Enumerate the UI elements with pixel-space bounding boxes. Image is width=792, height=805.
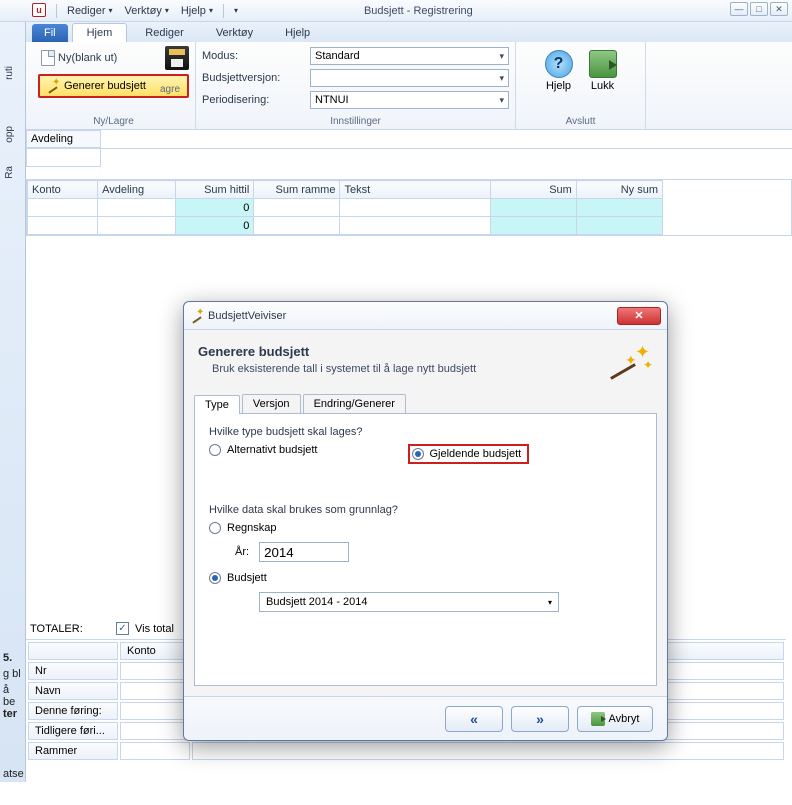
row-nr: Nr bbox=[28, 662, 118, 680]
wizard-tabstrip: Type Versjon Endring/Generer bbox=[194, 394, 657, 414]
menu-verktoy[interactable]: Verktøy▾ bbox=[119, 3, 175, 19]
tab-rediger[interactable]: Rediger bbox=[131, 24, 198, 42]
gutter-tab-2[interactable]: opp bbox=[2, 122, 17, 147]
file-tab[interactable]: Fil bbox=[32, 24, 68, 42]
question-2: Hvilke data skal brukes som grunnlag? bbox=[209, 504, 642, 516]
help-icon: ? bbox=[545, 50, 573, 78]
back-button[interactable]: « bbox=[445, 706, 503, 732]
radio-gjeldende[interactable]: Gjeldende budsjett bbox=[412, 448, 522, 460]
ny-blank-button[interactable]: Ny(blank ut) bbox=[38, 49, 120, 67]
tab-hjelp[interactable]: Hjelp bbox=[271, 24, 324, 42]
top-menubar: u Rediger▾ Verktøy▾ Hjelp▾ ▾ Budsjett - … bbox=[0, 0, 792, 22]
row-denne: Denne føring: bbox=[28, 702, 118, 720]
wizard-heading: Generere budsjett bbox=[198, 344, 476, 359]
col-sumhittil[interactable]: Sum hittil bbox=[176, 181, 254, 199]
radio-icon bbox=[412, 448, 424, 460]
sum-col-konto[interactable]: Konto bbox=[120, 642, 190, 660]
app-icon: u bbox=[32, 3, 46, 17]
tab-type[interactable]: Type bbox=[194, 395, 240, 414]
ribbon: Ny(blank ut) Generer budsjett Ny/Lagre a… bbox=[0, 42, 792, 130]
col-konto[interactable]: Konto bbox=[28, 181, 98, 199]
col-nysum[interactable]: Ny sum bbox=[576, 181, 662, 199]
avdeling-input[interactable] bbox=[26, 149, 101, 167]
aar-input[interactable] bbox=[259, 542, 349, 562]
periodisering-combo[interactable]: NTNUI▾ bbox=[310, 91, 509, 109]
versjon-label: Budsjettversjon: bbox=[202, 72, 304, 84]
window-title: Budsjett - Registrering bbox=[364, 5, 473, 17]
col-sum[interactable]: Sum bbox=[490, 181, 576, 199]
avbryt-button[interactable]: Avbryt bbox=[577, 706, 653, 732]
ribbon-group-avslutt: ? Hjelp Lukk Avslutt bbox=[516, 42, 646, 129]
aar-label: År: bbox=[235, 546, 249, 558]
save-icon[interactable] bbox=[165, 46, 189, 70]
wand-icon bbox=[46, 79, 60, 93]
table-row[interactable]: 0 bbox=[28, 199, 663, 217]
row-navn: Navn bbox=[28, 682, 118, 700]
wand-icon bbox=[190, 309, 204, 323]
radio-budsjett[interactable]: Budsjett bbox=[209, 572, 642, 584]
radio-regnskap[interactable]: Regnskap bbox=[209, 522, 642, 534]
tab-versjon[interactable]: Versjon bbox=[242, 394, 301, 413]
avdeling-header: Avdeling bbox=[26, 130, 101, 148]
lagre-suffix: agre bbox=[160, 84, 180, 95]
row-tidligere: Tidligere føri... bbox=[28, 722, 118, 740]
dialog-title: BudsjettVeiviser bbox=[208, 310, 286, 322]
wizard-footer: « » Avbryt bbox=[184, 696, 667, 740]
document-icon bbox=[41, 50, 55, 66]
exit-icon bbox=[591, 712, 605, 726]
tab-hjem[interactable]: Hjem bbox=[72, 23, 128, 42]
next-button[interactable]: » bbox=[511, 706, 569, 732]
menu-rediger[interactable]: Rediger▾ bbox=[61, 3, 119, 19]
vis-total-checkbox[interactable]: ✓ bbox=[116, 622, 129, 635]
radio-icon bbox=[209, 572, 221, 584]
radio-icon bbox=[209, 444, 221, 456]
row-rammer: Rammer bbox=[28, 742, 118, 760]
tab-verktoy[interactable]: Verktøy bbox=[202, 24, 267, 42]
question-1: Hvilke type budsjett skal lages? bbox=[209, 426, 642, 438]
maximize-button[interactable]: □ bbox=[750, 2, 768, 16]
ribbon-group-innstillinger: Modus: Standard▾ Budsjettversjon: ▾ Peri… bbox=[196, 42, 516, 129]
radio-alternativt[interactable]: Alternativt budsjett bbox=[209, 444, 318, 456]
periodisering-label: Periodisering: bbox=[202, 94, 304, 106]
col-tekst[interactable]: Tekst bbox=[340, 181, 490, 199]
dialog-titlebar[interactable]: BudsjettVeiviser ✕ bbox=[184, 302, 667, 330]
minimize-button[interactable]: — bbox=[730, 2, 748, 16]
group-label-avslutt: Avslutt bbox=[522, 114, 639, 127]
radio-gjeldende-highlight: Gjeldende budsjett bbox=[408, 444, 530, 464]
col-avdeling[interactable]: Avdeling bbox=[98, 181, 176, 199]
lukk-button[interactable]: Lukk bbox=[583, 48, 623, 94]
left-margin-text: 5. g bl å be ter atse bbox=[0, 652, 24, 784]
versjon-combo[interactable]: ▾ bbox=[310, 69, 509, 87]
close-window-button[interactable]: ✕ bbox=[770, 2, 788, 16]
group-label-nylagre: Ny/Lagre bbox=[38, 114, 189, 127]
tab-endring[interactable]: Endring/Generer bbox=[303, 394, 406, 413]
exit-icon bbox=[589, 50, 617, 78]
affordance-wand-icon: ✦✦✦ bbox=[603, 344, 653, 384]
table-row[interactable]: 0 bbox=[28, 217, 663, 235]
wizard-panel: Hvilke type budsjett skal lages? Alterna… bbox=[194, 414, 657, 686]
budsjett-veiviser-dialog: BudsjettVeiviser ✕ Generere budsjett Bru… bbox=[183, 301, 668, 741]
modus-label: Modus: bbox=[202, 50, 304, 62]
group-label-innstillinger: Innstillinger bbox=[202, 114, 509, 127]
hjelp-button[interactable]: ? Hjelp bbox=[539, 48, 579, 94]
col-sumramme[interactable]: Sum ramme bbox=[254, 181, 340, 199]
vis-total-label: Vis total bbox=[135, 623, 174, 635]
budsjett-combo[interactable]: Budsjett 2014 - 2014▾ bbox=[259, 592, 559, 612]
wizard-subheading: Bruk eksisterende tall i systemet til å … bbox=[212, 363, 476, 375]
menu-hjelp[interactable]: Hjelp▾ bbox=[175, 3, 219, 19]
gutter-tab-3[interactable]: Ra bbox=[2, 162, 17, 183]
radio-icon bbox=[209, 522, 221, 534]
menu-overflow[interactable]: ▾ bbox=[228, 4, 244, 17]
dialog-close-button[interactable]: ✕ bbox=[617, 307, 661, 325]
gutter-tab-1[interactable]: ruti bbox=[2, 62, 17, 84]
totaler-label: TOTALER: bbox=[30, 623, 110, 635]
budget-grid: Konto Avdeling Sum hittil Sum ramme Teks… bbox=[26, 179, 792, 236]
ribbon-tabstrip: Fil Hjem Rediger Verktøy Hjelp bbox=[0, 22, 792, 42]
modus-combo[interactable]: Standard▾ bbox=[310, 47, 509, 65]
